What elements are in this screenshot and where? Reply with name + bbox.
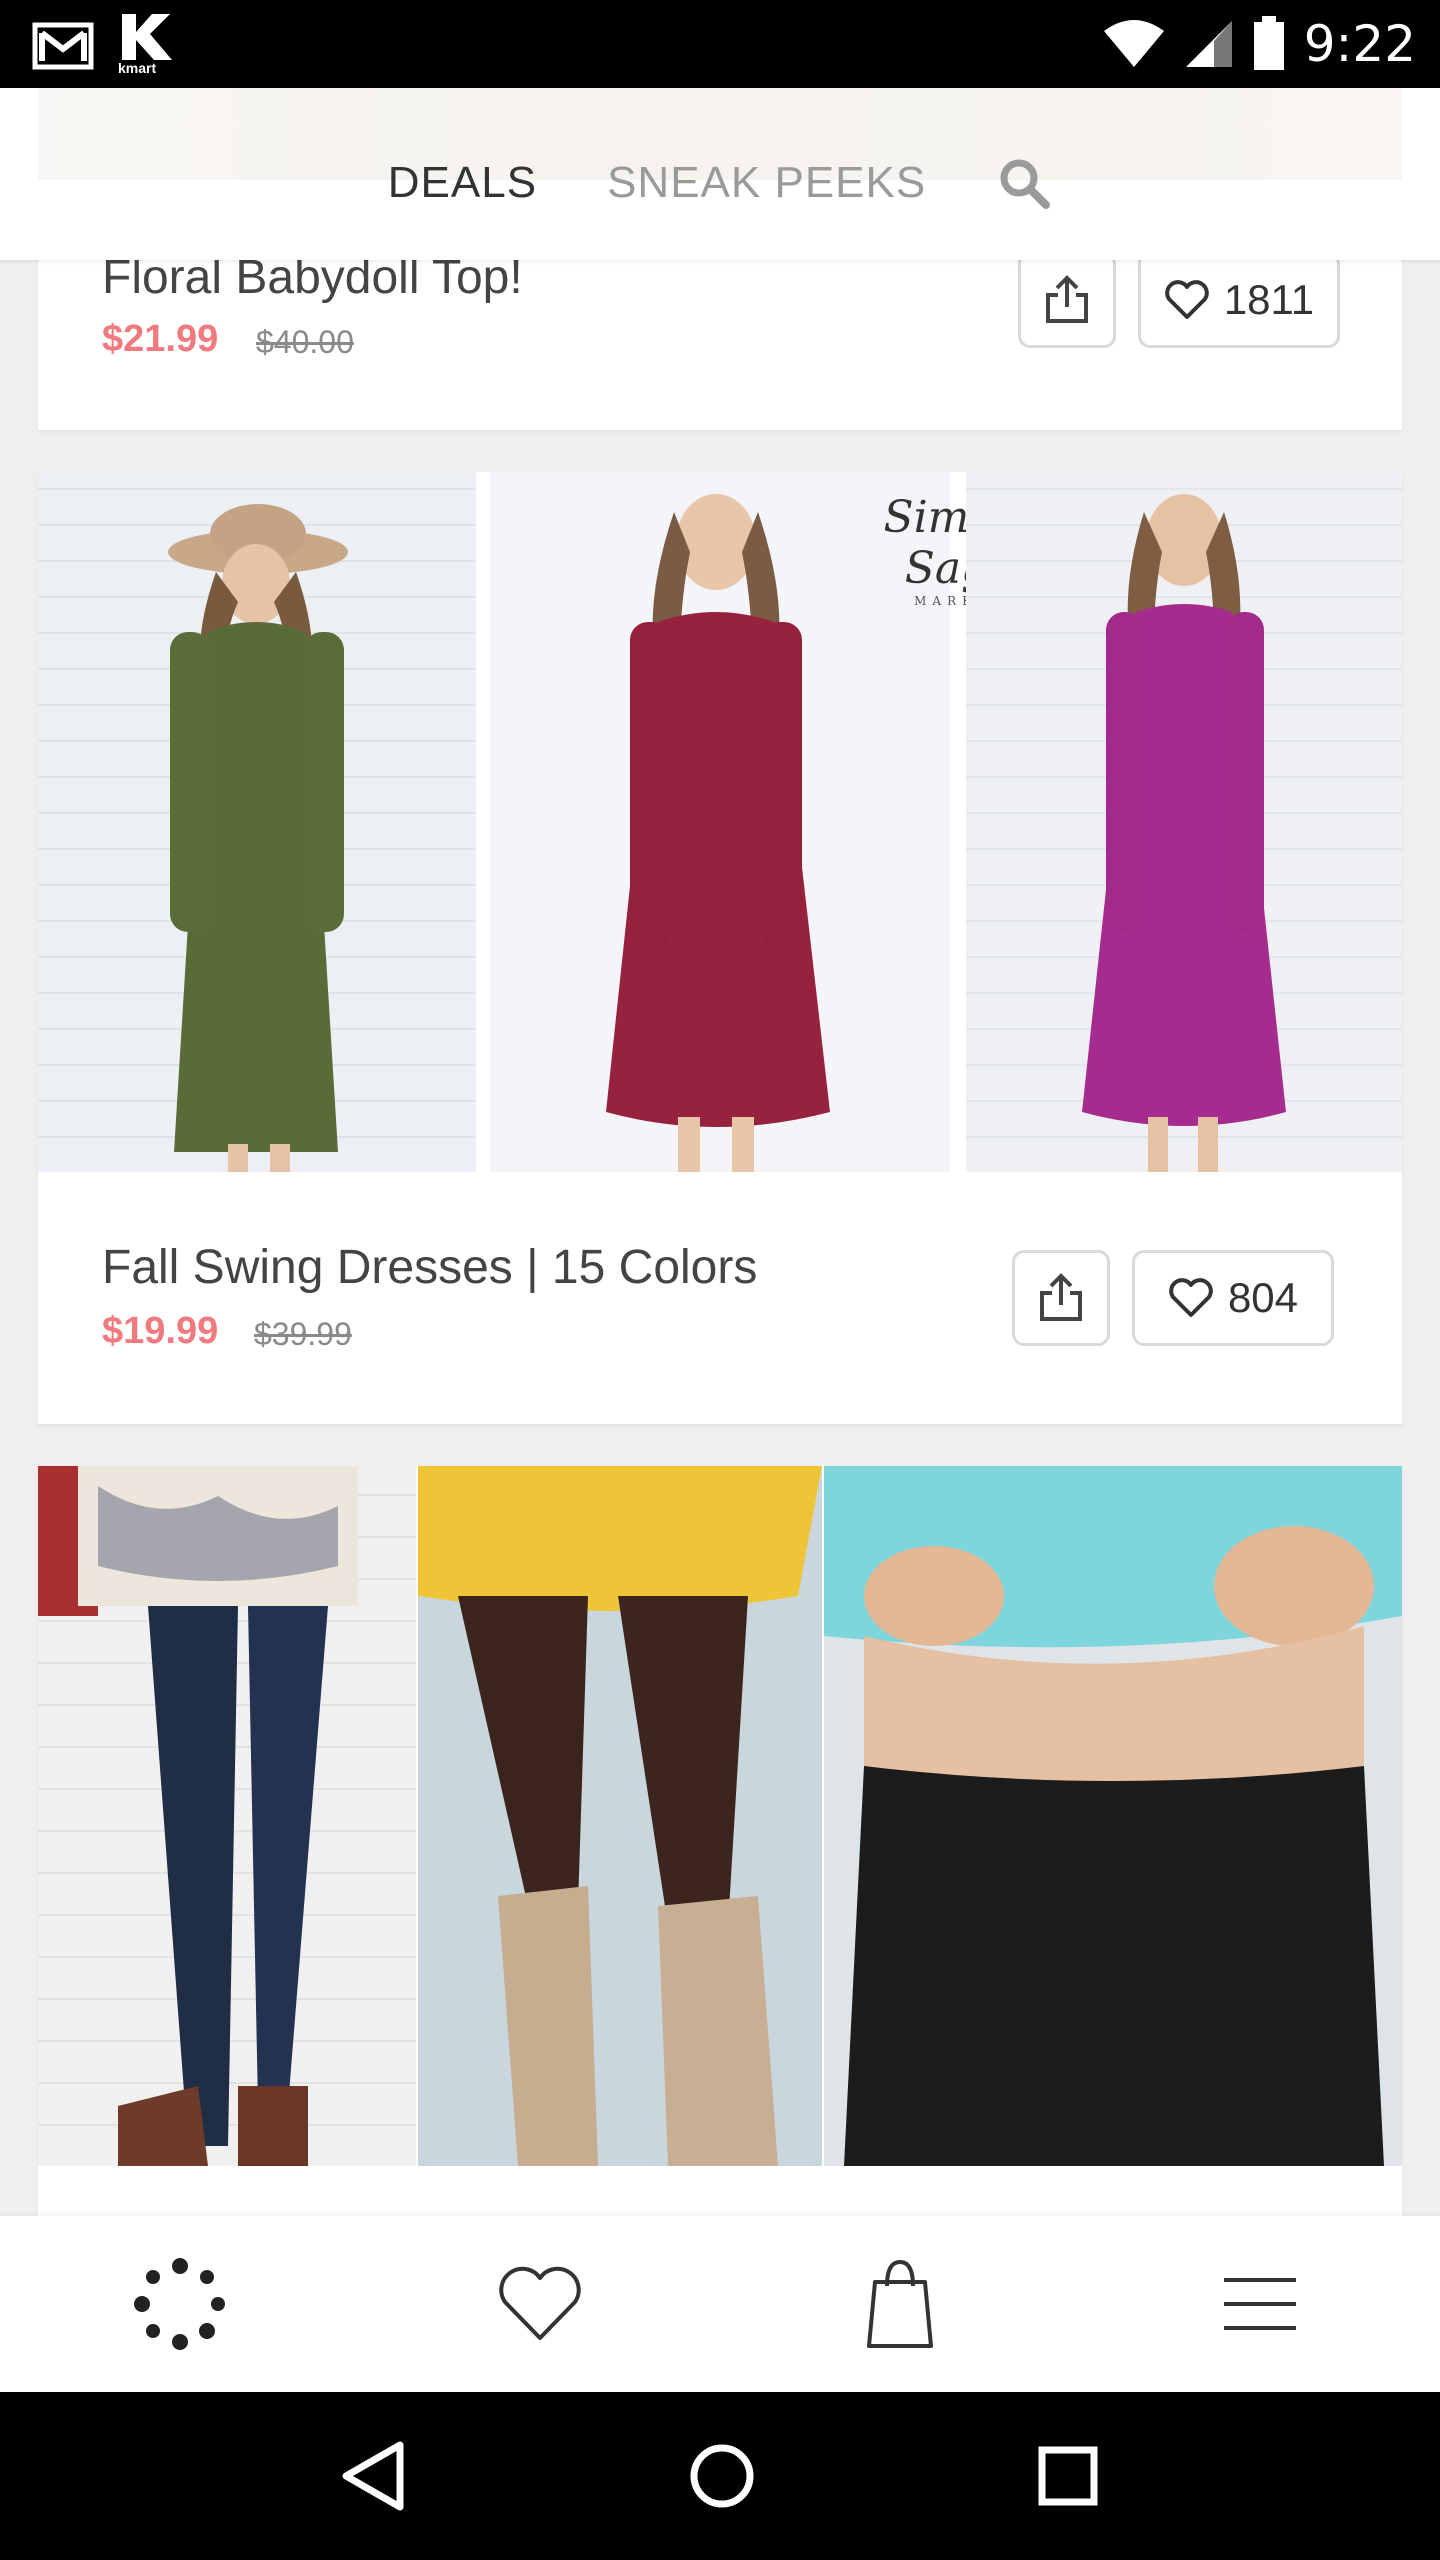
- favorites-heart-icon: [499, 2266, 581, 2340]
- product-price: $19.99: [102, 1310, 219, 1352]
- nav-deals[interactable]: [0, 2216, 360, 2392]
- product-photo: [824, 1466, 1402, 2166]
- kmart-label: kmart: [118, 60, 157, 76]
- android-navigation-bar: [0, 2392, 1440, 2560]
- like-count: 804: [1227, 1274, 1299, 1321]
- product-price: $21.99: [102, 318, 219, 360]
- nav-shopping-bag[interactable]: [720, 2216, 1080, 2392]
- header-tabs: DEALS SNEAK PEEKS: [0, 148, 1440, 218]
- home-icon[interactable]: [689, 2443, 755, 2509]
- like-button[interactable]: 1811: [1138, 252, 1340, 348]
- gmail-icon: [32, 22, 94, 70]
- back-icon[interactable]: [342, 2441, 406, 2511]
- menu-icon: [1224, 2278, 1296, 2330]
- battery-icon: [1253, 16, 1284, 70]
- like-count: 1811: [1223, 276, 1315, 323]
- share-icon: [1040, 1273, 1082, 1321]
- kmart-icon: kmart: [118, 14, 178, 76]
- product-card[interactable]: Simply Sage MARKET Fall Swing Dresses | …: [38, 472, 1402, 1424]
- nav-menu[interactable]: [1080, 2216, 1440, 2392]
- signal-icon: [1185, 21, 1232, 67]
- share-button[interactable]: [1012, 1250, 1110, 1346]
- recents-icon[interactable]: [1038, 2446, 1098, 2506]
- app-header: DEALS SNEAK PEEKS: [0, 88, 1440, 260]
- nav-favorites[interactable]: [360, 2216, 720, 2392]
- product-photo: [38, 472, 476, 1172]
- share-icon: [1046, 275, 1088, 323]
- deals-spinner-icon: [134, 2258, 225, 2350]
- app-screen: kmart 9:22 DEALS SNEAK PEEKS Floral Baby…: [0, 0, 1440, 2560]
- heart-outline-icon: [1165, 280, 1209, 319]
- tab-deals[interactable]: DEALS: [388, 158, 537, 208]
- status-time: 9:22: [1303, 15, 1416, 73]
- product-photo: [418, 1466, 822, 2166]
- product-photo: [38, 1466, 416, 2166]
- heart-outline-icon: [1169, 1278, 1213, 1317]
- product-photo: [966, 472, 1402, 1172]
- product-original-price: $40.00: [256, 324, 354, 360]
- share-button[interactable]: [1018, 252, 1116, 348]
- tab-sneak-peeks[interactable]: SNEAK PEEKS: [607, 158, 926, 208]
- product-card[interactable]: [38, 1466, 1402, 2226]
- product-original-price: $39.99: [254, 1316, 352, 1352]
- wifi-icon: [1103, 20, 1164, 67]
- bottom-navigation: [0, 2216, 1440, 2392]
- like-button[interactable]: 804: [1132, 1250, 1334, 1346]
- shopping-bag-icon: [867, 2259, 933, 2348]
- product-title: Fall Swing Dresses | 15 Colors: [102, 1241, 758, 1294]
- search-icon[interactable]: [996, 155, 1052, 211]
- status-bar: kmart 9:22: [0, 0, 1440, 88]
